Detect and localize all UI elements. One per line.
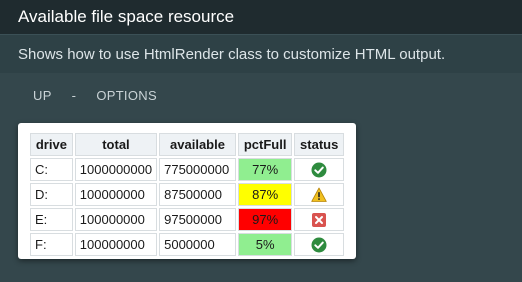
cell-drive: F:	[30, 233, 73, 256]
cell-total: 100000000	[74, 183, 158, 206]
cell-status	[294, 158, 344, 181]
cell-status	[294, 183, 344, 206]
cell-total: 100000000	[74, 208, 158, 231]
nav-separator: -	[71, 87, 77, 103]
column-header-available: available	[159, 133, 236, 156]
check-icon	[311, 237, 327, 253]
column-header-status: status	[294, 133, 344, 156]
cell-pctfull: 97%	[237, 208, 293, 231]
check-icon	[311, 162, 327, 178]
page-title: Available file space resource	[18, 7, 235, 26]
cell-total: 1000000000	[74, 158, 158, 181]
options-link[interactable]: OPTIONS	[96, 88, 157, 103]
table-row: E: 100000000 97500000 97%	[30, 208, 344, 231]
table-row: F: 100000000 5000000 5%	[30, 233, 344, 256]
table-row: C: 1000000000 775000000 77%	[30, 158, 344, 181]
column-header-pctfull: pctFull	[237, 133, 293, 156]
cell-drive: D:	[30, 183, 73, 206]
cell-drive: E:	[30, 208, 73, 231]
table-row: D: 100000000 87500000 87%	[30, 183, 344, 206]
cell-drive: C:	[30, 158, 73, 181]
nav-bar: UP - OPTIONS	[0, 73, 522, 117]
cell-pctfull: 87%	[237, 183, 293, 206]
file-space-table: drive total available pctFull status C: 1…	[28, 131, 346, 258]
warning-icon	[311, 187, 327, 203]
cell-pctfull: 5%	[237, 233, 293, 256]
cell-available: 97500000	[159, 208, 236, 231]
cell-total: 100000000	[74, 233, 158, 256]
column-header-total: total	[74, 133, 158, 156]
table-header-row: drive total available pctFull status	[30, 133, 344, 156]
cell-status	[294, 208, 344, 231]
cell-available: 775000000	[159, 158, 236, 181]
cell-available: 87500000	[159, 183, 236, 206]
column-header-drive: drive	[30, 133, 73, 156]
content-area: drive total available pctFull status C: 1…	[0, 117, 522, 282]
page-description: Shows how to use HtmlRender class to cus…	[18, 45, 446, 63]
error-icon	[311, 212, 327, 228]
cell-status	[294, 233, 344, 256]
cell-available: 5000000	[159, 233, 236, 256]
file-space-card: drive total available pctFull status C: 1…	[18, 123, 356, 259]
cell-pctfull: 77%	[237, 158, 293, 181]
page-description-bar: Shows how to use HtmlRender class to cus…	[0, 34, 522, 73]
up-link[interactable]: UP	[33, 88, 52, 103]
page-title-bar: Available file space resource	[0, 0, 522, 34]
